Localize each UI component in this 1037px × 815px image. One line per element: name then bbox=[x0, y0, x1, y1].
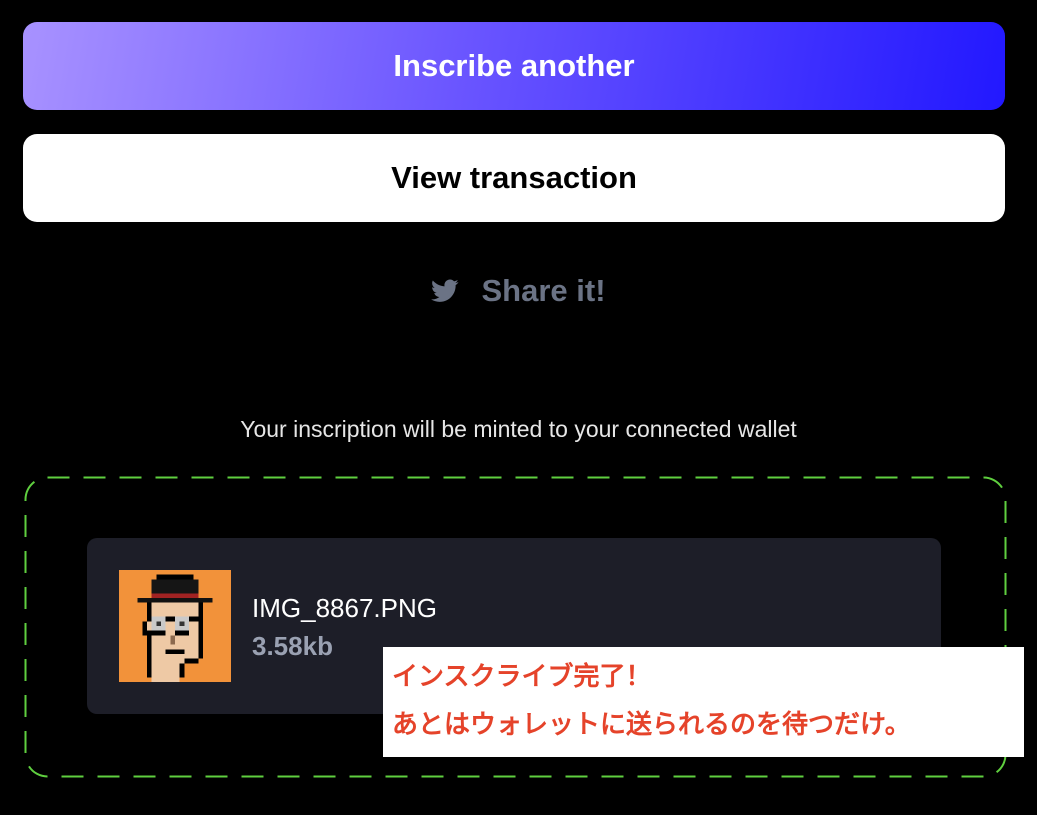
inscribe-another-button[interactable]: Inscribe another bbox=[23, 22, 1005, 110]
file-thumbnail bbox=[119, 570, 231, 682]
share-link[interactable]: Share it! bbox=[0, 268, 1037, 314]
view-transaction-button[interactable]: View transaction bbox=[23, 134, 1005, 222]
file-name: IMG_8867.PNG bbox=[252, 593, 437, 623]
annotation-line-2: あとはウォレットに送られるのを待つだけ。 bbox=[392, 710, 911, 740]
file-size: 3.58kb bbox=[252, 631, 333, 661]
twitter-icon bbox=[431, 279, 460, 303]
annotation-line-1: インスクライブ完了！ bbox=[392, 662, 652, 692]
share-label: Share it! bbox=[481, 273, 606, 308]
mint-destination-note: Your inscription will be minted to your … bbox=[240, 416, 797, 442]
annotation-callout: インスクライブ完了！ あとはウォレットに送られるのを待つだけ。 bbox=[383, 647, 1024, 757]
